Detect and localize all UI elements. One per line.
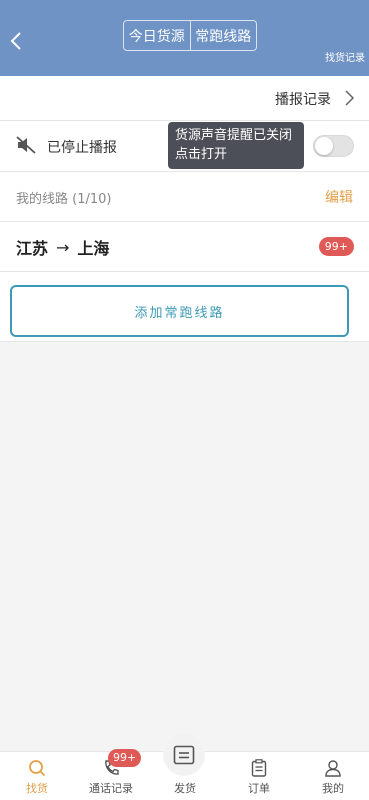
find-record-link[interactable]: 找货记录 (325, 49, 365, 64)
bottom-tabbar: 找货 99+ 通话记录 发货 订单 我的 (0, 734, 369, 800)
tab-mine[interactable]: 我的 (296, 752, 369, 800)
chevron-left-icon (10, 32, 21, 50)
route-count-badge: 99+ (318, 237, 354, 256)
add-route-row: 添加常跑线路 (0, 272, 369, 342)
order-icon (251, 759, 267, 777)
tooltip-line-1: 货源声音提醒已关闭 (175, 128, 293, 143)
back-button[interactable] (6, 27, 26, 55)
call-records-badge: 99+ (108, 749, 142, 767)
route-arrow-icon: → (56, 237, 70, 257)
tab-call-records-label: 通话记录 (89, 782, 133, 795)
tab-call-records[interactable]: 99+ 通话记录 (74, 749, 148, 800)
top-header: 今日货源 常跑线路 找货记录 (0, 0, 369, 76)
route-to: 上海 (77, 239, 110, 258)
tab-find-goods[interactable]: 找货 (0, 752, 74, 800)
tab-publish-label: 发货 (174, 782, 196, 795)
user-icon (325, 760, 341, 777)
add-route-button[interactable]: 添加常跑线路 (10, 285, 349, 337)
toggle-knob (315, 137, 333, 155)
broadcast-toggle[interactable] (313, 135, 354, 157)
my-routes-header: 我的线路 (1/10) 编辑 (0, 172, 369, 222)
tab-frequent-routes[interactable]: 常跑线路 (189, 21, 257, 50)
broadcast-record-row[interactable]: 播报记录 (0, 76, 369, 121)
route-item[interactable]: 江苏 → 上海 99+ (0, 222, 369, 272)
edit-button[interactable]: 编辑 (325, 187, 353, 207)
tab-orders-label: 订单 (248, 782, 270, 795)
broadcast-record-label: 播报记录 (275, 92, 331, 108)
mute-icon (16, 136, 36, 154)
sound-off-tooltip[interactable]: 货源声音提醒已关闭 点击打开 (168, 122, 304, 169)
my-routes-label: 我的线路 (1/10) (16, 192, 112, 207)
tooltip-line-2: 点击打开 (175, 147, 228, 162)
route-text: 江苏 → 上海 (16, 235, 109, 259)
tab-find-goods-label: 找货 (26, 782, 48, 795)
chevron-right-icon (345, 90, 355, 106)
tab-orders[interactable]: 订单 (222, 752, 296, 800)
main-content: 播报记录 已停止播报 我的线路 (1/10) 编辑 江苏 → 上海 99+ 添加… (0, 76, 369, 342)
segment-control: 今日货源 常跑线路 (123, 20, 257, 51)
publish-icon (173, 745, 195, 765)
tab-mine-label: 我的 (322, 782, 344, 795)
search-icon (29, 760, 46, 777)
stopped-broadcast-label: 已停止播报 (47, 140, 117, 156)
tab-today-goods[interactable]: 今日货源 (124, 21, 190, 50)
publish-button[interactable] (163, 734, 205, 776)
route-from: 江苏 (16, 239, 49, 258)
